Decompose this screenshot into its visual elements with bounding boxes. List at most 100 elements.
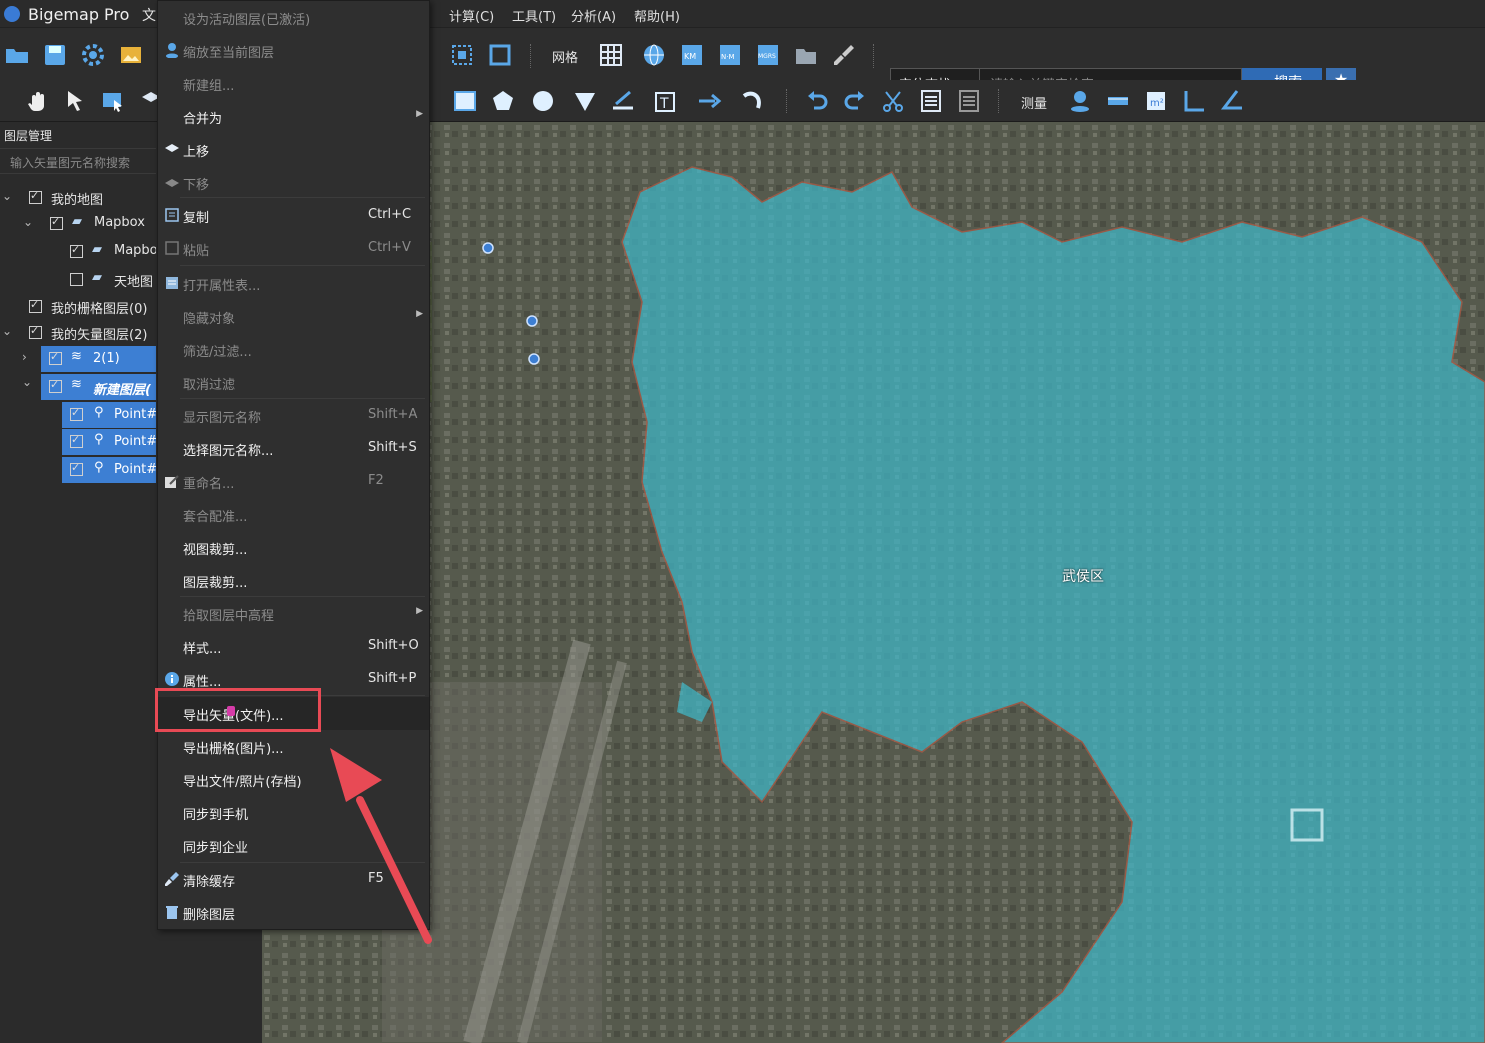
mgrs-grid-icon[interactable]: MGRS <box>755 42 781 68</box>
menu-item-new-group[interactable]: 新建组... <box>158 67 429 100</box>
map-canvas[interactable]: 武侯区 <box>262 122 1485 1043</box>
draw-curve-icon[interactable] <box>740 88 766 114</box>
layer-checkbox[interactable] <box>49 350 62 365</box>
grid-icon[interactable] <box>598 42 624 68</box>
tree-row-raster-layers[interactable]: 我的栅格图层(0) <box>0 293 156 319</box>
menu-file[interactable]: 文 <box>142 5 156 25</box>
layer-checkbox[interactable] <box>29 189 42 204</box>
chevron-down-icon[interactable]: ⌄ <box>23 215 33 229</box>
menu-item-label: 隐藏对象 <box>183 312 236 327</box>
layer-checkbox[interactable] <box>70 461 83 476</box>
measure-azimuth-icon[interactable] <box>1219 88 1245 114</box>
chevron-down-icon[interactable]: ⌄ <box>2 189 12 203</box>
menu-help[interactable]: 帮助(H) <box>634 6 680 25</box>
pan-hand-icon[interactable] <box>24 88 50 114</box>
settings-gear-icon[interactable] <box>80 42 106 68</box>
layer-checkbox[interactable] <box>29 324 42 339</box>
chevron-down-icon[interactable]: ⌄ <box>22 375 32 389</box>
image-icon[interactable] <box>118 42 144 68</box>
menu-item-zoom-to-layer[interactable]: 缩放至当前图层 <box>158 34 429 67</box>
map-point-marker[interactable] <box>482 242 494 254</box>
select-arrow-icon[interactable] <box>62 88 88 114</box>
layer-checkbox[interactable] <box>70 273 83 286</box>
menu-item-open-attribute-table[interactable]: 打开属性表... <box>158 267 429 300</box>
tree-row-vector-layers[interactable]: ⌄ 我的矢量图层(2) <box>0 319 156 345</box>
layer-checkbox[interactable] <box>70 433 83 448</box>
layer-checkbox[interactable] <box>70 406 83 421</box>
folder-map-icon[interactable] <box>793 42 819 68</box>
select-box-icon[interactable] <box>100 88 126 114</box>
vector-name-search-input[interactable]: 输入矢量图元名称搜索 <box>0 148 156 174</box>
full-extent-icon[interactable] <box>487 42 513 68</box>
measure-area-icon[interactable]: m² <box>1143 88 1169 114</box>
measure-angle-icon[interactable] <box>1181 88 1207 114</box>
location-pin-icon[interactable] <box>1067 88 1093 114</box>
measure-label[interactable]: 测量 <box>1021 93 1047 112</box>
map-point-marker[interactable] <box>526 315 538 327</box>
tree-row-point[interactable]: ⚲ Point# <box>62 457 156 483</box>
draw-sector-icon[interactable] <box>572 88 598 114</box>
menu-item-merge-as[interactable]: 合并为 ▶ <box>158 100 429 133</box>
menu-item-hide-objects[interactable]: 隐藏对象 ▶ <box>158 300 429 333</box>
draw-text-icon[interactable]: T <box>653 88 679 114</box>
menu-item-pick-elevation[interactable]: 拾取图层中高程 ▶ <box>158 597 429 630</box>
tree-expander[interactable]: ⌄ <box>22 374 34 400</box>
menu-tools[interactable]: 工具(T) <box>512 6 556 25</box>
km-grid-icon[interactable]: KM <box>679 42 705 68</box>
menu-item-rename[interactable]: 重命名... F2 <box>158 465 429 498</box>
menu-item-style[interactable]: 样式... Shift+O <box>158 630 429 663</box>
menu-item-layer-clip[interactable]: 图层裁剪... <box>158 564 429 597</box>
layer-checkbox[interactable] <box>50 215 63 230</box>
draw-rectangle-icon[interactable] <box>452 88 478 114</box>
draw-measure-line-icon[interactable] <box>610 88 636 114</box>
mouse-cursor-icon <box>227 706 235 716</box>
globe-latlng-icon[interactable] <box>641 42 667 68</box>
menu-item-select-element-names[interactable]: 选择图元名称... Shift+S <box>158 432 429 465</box>
tree-row-mapbox-sub[interactable]: ▰ Mapbo <box>0 238 156 264</box>
tree-row-layer-2[interactable]: ≋ 2(1) <box>41 346 156 372</box>
layer-checkbox[interactable] <box>70 243 83 258</box>
menu-item-label: 设为活动图层(已激活) <box>183 13 311 28</box>
menu-item-cancel-filter[interactable]: 取消过滤 <box>158 366 429 399</box>
cut-scissors-icon[interactable] <box>880 88 906 114</box>
redo-icon[interactable] <box>842 88 868 114</box>
zoom-extent-icon[interactable] <box>449 42 475 68</box>
undo-icon[interactable] <box>804 88 830 114</box>
attribute-list-icon[interactable] <box>918 88 944 114</box>
menu-calculate[interactable]: 计算(C) <box>449 6 494 25</box>
measure-distance-icon[interactable] <box>1105 88 1131 114</box>
menu-item-set-active-layer[interactable]: 设为活动图层(已激活) <box>158 1 429 34</box>
draw-arrow-icon[interactable] <box>696 88 722 114</box>
draw-polygon-icon[interactable] <box>490 88 516 114</box>
menu-item-copy[interactable]: 复制 Ctrl+C <box>158 199 429 232</box>
open-folder-icon[interactable] <box>4 42 30 68</box>
chevron-right-icon[interactable]: › <box>22 350 27 364</box>
menu-item-label: 复制 <box>183 211 210 226</box>
menu-analysis[interactable]: 分析(A) <box>571 6 616 25</box>
tree-row-point[interactable]: ⚲ Point# <box>62 429 156 455</box>
tree-row-tianditu[interactable]: ▰ 天地图 <box>0 266 156 292</box>
save-icon[interactable] <box>42 42 68 68</box>
menu-item-move-down[interactable]: 下移 <box>158 166 429 199</box>
chevron-down-icon[interactable]: ⌄ <box>2 324 12 338</box>
tree-row-point[interactable]: ⚲ Point# <box>62 402 156 428</box>
draw-circle-icon[interactable] <box>530 88 556 114</box>
menu-item-view-clip[interactable]: 视图裁剪... <box>158 531 429 564</box>
tree-row-mapbox[interactable]: ⌄ ▰ Mapbox <box>0 210 156 236</box>
menu-separator <box>180 265 425 266</box>
layer-checkbox[interactable] <box>29 298 42 313</box>
tree-expander[interactable]: › <box>22 346 34 372</box>
map-point-marker[interactable] <box>528 353 540 365</box>
tree-row-my-map[interactable]: ⌄ 我的地图 <box>0 184 156 210</box>
menu-item-filter[interactable]: 筛选/过滤... <box>158 333 429 366</box>
layer-checkbox[interactable] <box>49 378 62 393</box>
table-list-icon[interactable] <box>956 88 982 114</box>
brush-clear-icon[interactable] <box>831 42 857 68</box>
menu-item-move-up[interactable]: 上移 <box>158 133 429 166</box>
nm-grid-icon[interactable]: N·M <box>717 42 743 68</box>
menu-item-show-element-names[interactable]: 显示图元名称 Shift+A <box>158 399 429 432</box>
menu-item-registration[interactable]: 套合配准... <box>158 498 429 531</box>
menu-item-paste[interactable]: 粘贴 Ctrl+V <box>158 232 429 265</box>
grid-label[interactable]: 网格 <box>552 47 578 66</box>
tree-row-new-layer[interactable]: ≋ 新建图层( <box>41 374 156 400</box>
